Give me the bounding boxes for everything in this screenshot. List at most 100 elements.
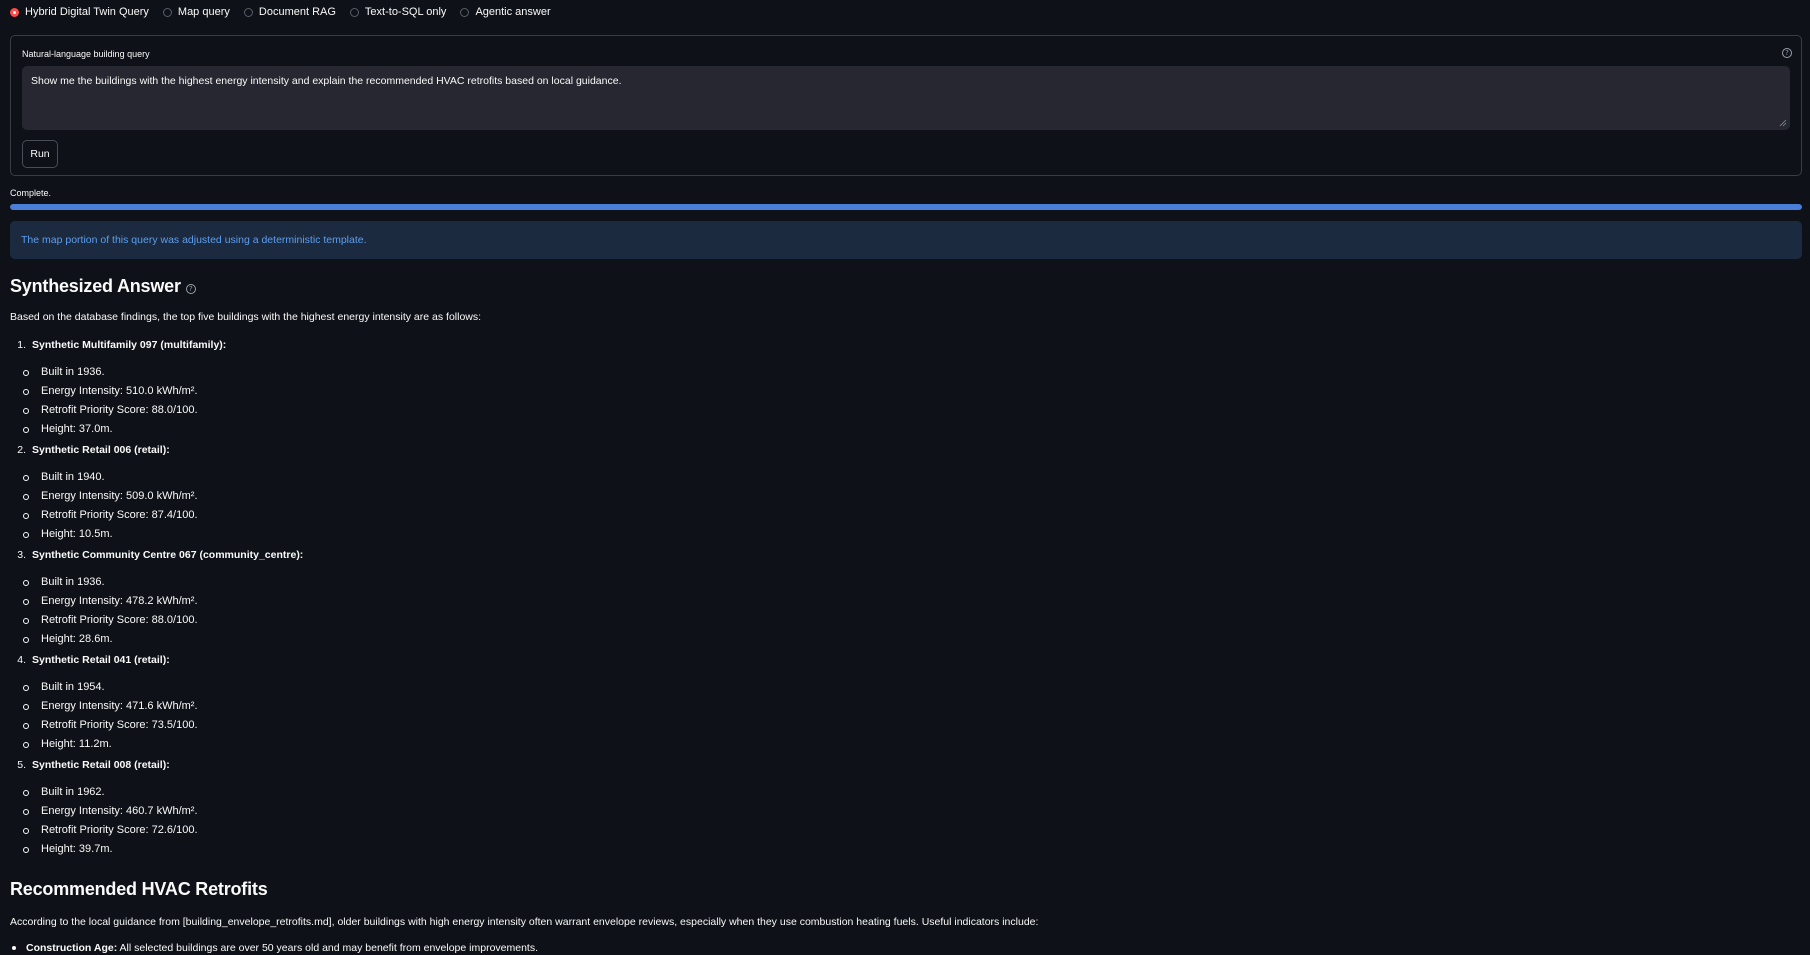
building-fact: Built in 1954.: [41, 681, 105, 693]
question-circle-icon[interactable]: ?: [185, 284, 196, 295]
circle-bullet-icon: [23, 408, 29, 414]
circle-bullet-icon: [23, 599, 29, 605]
list-number: 1.: [17, 339, 26, 351]
list-item: Retrofit Priority Score: 88.0/100.: [23, 614, 198, 626]
building-title: 2. Synthetic Retail 006 (retail):: [10, 443, 169, 457]
resize-handle-icon[interactable]: [1779, 119, 1787, 127]
building-name: Synthetic Multifamily 097 (multifamily):: [32, 339, 227, 351]
question-circle-icon[interactable]: ?: [1782, 48, 1792, 58]
list-item: 2. Synthetic Retail 006 (retail):: [10, 443, 169, 457]
building-fact: Height: 28.6m.: [41, 633, 113, 645]
radio-map-query[interactable]: Map query: [162, 6, 230, 18]
list-item: Height: 10.5m.: [23, 528, 113, 540]
list-item: Built in 1936.: [23, 576, 105, 588]
building-name: Synthetic Retail 008 (retail):: [32, 759, 170, 771]
radio-text-to-sql-only[interactable]: Text-to-SQL only: [349, 6, 447, 18]
building-name: Synthetic Community Centre 067 (communit…: [32, 549, 304, 561]
list-item: Height: 28.6m.: [23, 633, 113, 645]
radio-unselected-icon: [349, 7, 359, 17]
circle-bullet-icon: [23, 742, 29, 748]
circle-bullet-icon: [23, 580, 29, 586]
answer-heading: Synthesized Answer: [10, 276, 181, 296]
building-title: 4. Synthetic Retail 041 (retail):: [10, 653, 169, 667]
circle-bullet-icon: [23, 847, 29, 853]
list-item: Energy Intensity: 509.0 kWh/m².: [23, 490, 198, 502]
info-alert: The map portion of this query was adjust…: [10, 221, 1802, 259]
radio-label: Document RAG: [258, 6, 336, 18]
answer-heading-row: Synthesized Answer?: [10, 276, 196, 297]
building-fact: Built in 1962.: [41, 786, 105, 798]
list-item: Retrofit Priority Score: 88.0/100.: [23, 404, 198, 416]
radio-label: Agentic answer: [475, 6, 551, 18]
circle-bullet-icon: [23, 494, 29, 500]
list-item: Built in 1962.: [23, 786, 105, 798]
building-fact: Energy Intensity: 510.0 kWh/m².: [41, 385, 198, 397]
building-fact: Built in 1940.: [41, 471, 105, 483]
building-fact: Retrofit Priority Score: 73.5/100.: [41, 719, 198, 731]
query-form: Natural-language building query ? Show m…: [10, 35, 1802, 176]
building-fact: Energy Intensity: 478.2 kWh/m².: [41, 595, 198, 607]
circle-bullet-icon: [23, 809, 29, 815]
list-item: Retrofit Priority Score: 73.5/100.: [23, 719, 198, 731]
radio-hybrid-digital-twin-query[interactable]: Hybrid Digital Twin Query: [10, 6, 149, 18]
list-item: Built in 1936.: [23, 366, 105, 378]
radio-label: Text-to-SQL only: [364, 6, 447, 18]
list-item: 3. Synthetic Community Centre 067 (commu…: [10, 548, 303, 562]
circle-bullet-icon: [23, 723, 29, 729]
run-button[interactable]: Run: [22, 140, 58, 168]
retrofit-indicator-label: Construction Age:: [26, 942, 118, 954]
list-item: 4. Synthetic Retail 041 (retail):: [10, 653, 169, 667]
query-input-label: Natural-language building query: [22, 49, 150, 59]
building-title: 3. Synthetic Community Centre 067 (commu…: [10, 548, 303, 562]
building-title: 1. Synthetic Multifamily 097 (multifamil…: [10, 338, 226, 352]
building-fact: Energy Intensity: 471.6 kWh/m².: [41, 700, 198, 712]
circle-bullet-icon: [23, 370, 29, 376]
radio-unselected-icon: [243, 7, 253, 17]
list-item: Height: 37.0m.: [23, 423, 113, 435]
list-item: Energy Intensity: 510.0 kWh/m².: [23, 385, 198, 397]
circle-bullet-icon: [23, 704, 29, 710]
list-number: 2.: [17, 444, 26, 456]
list-number: 3.: [17, 549, 26, 561]
list-item: Built in 1954.: [23, 681, 105, 693]
circle-bullet-icon: [23, 389, 29, 395]
radio-document-rag[interactable]: Document RAG: [243, 6, 336, 18]
radio-label: Hybrid Digital Twin Query: [25, 6, 149, 18]
list-item: Energy Intensity: 478.2 kWh/m².: [23, 595, 198, 607]
info-alert-text: The map portion of this query was adjust…: [21, 234, 367, 246]
building-fact: Built in 1936.: [41, 576, 105, 588]
radio-agentic-answer[interactable]: Agentic answer: [460, 6, 551, 18]
list-item: Retrofit Priority Score: 72.6/100.: [23, 824, 198, 836]
list-item: Retrofit Priority Score: 87.4/100.: [23, 509, 198, 521]
building-fact: Height: 37.0m.: [41, 423, 113, 435]
circle-bullet-icon: [23, 475, 29, 481]
list-item: 5. Synthetic Retail 008 (retail):: [10, 758, 170, 772]
retrofit-indicator-text: All selected buildings are over 50 years…: [117, 942, 539, 954]
progress-bar-fill: [10, 204, 1802, 210]
list-item: Energy Intensity: 460.7 kWh/m².: [23, 805, 198, 817]
circle-bullet-icon: [23, 618, 29, 624]
circle-bullet-icon: [23, 532, 29, 538]
building-fact: Retrofit Priority Score: 88.0/100.: [41, 614, 198, 626]
building-fact: Energy Intensity: 509.0 kWh/m².: [41, 490, 198, 502]
retrofits-heading: Recommended HVAC Retrofits: [10, 879, 268, 899]
building-fact: Energy Intensity: 460.7 kWh/m².: [41, 805, 198, 817]
circle-bullet-icon: [23, 637, 29, 643]
answer-intro: Based on the database findings, the top …: [10, 311, 482, 323]
building-fact: Retrofit Priority Score: 88.0/100.: [41, 404, 198, 416]
list-item: Built in 1940.: [23, 471, 105, 483]
building-title: 5. Synthetic Retail 008 (retail):: [10, 758, 170, 772]
list-number: 5.: [17, 759, 26, 771]
building-fact: Retrofit Priority Score: 72.6/100.: [41, 824, 198, 836]
radio-unselected-icon: [162, 7, 172, 17]
radio-selected-icon: [10, 7, 19, 17]
circle-bullet-icon: [23, 513, 29, 519]
retrofits-intro: According to the local guidance from [bu…: [10, 916, 1039, 928]
status-text: Complete.: [10, 188, 52, 198]
list-item: Energy Intensity: 471.6 kWh/m².: [23, 700, 198, 712]
circle-bullet-icon: [23, 685, 29, 691]
query-textarea[interactable]: Show me the buildings with the highest e…: [22, 66, 1790, 130]
circle-bullet-icon: [23, 790, 29, 796]
disc-bullet-icon: [12, 946, 16, 950]
circle-bullet-icon: [23, 828, 29, 834]
